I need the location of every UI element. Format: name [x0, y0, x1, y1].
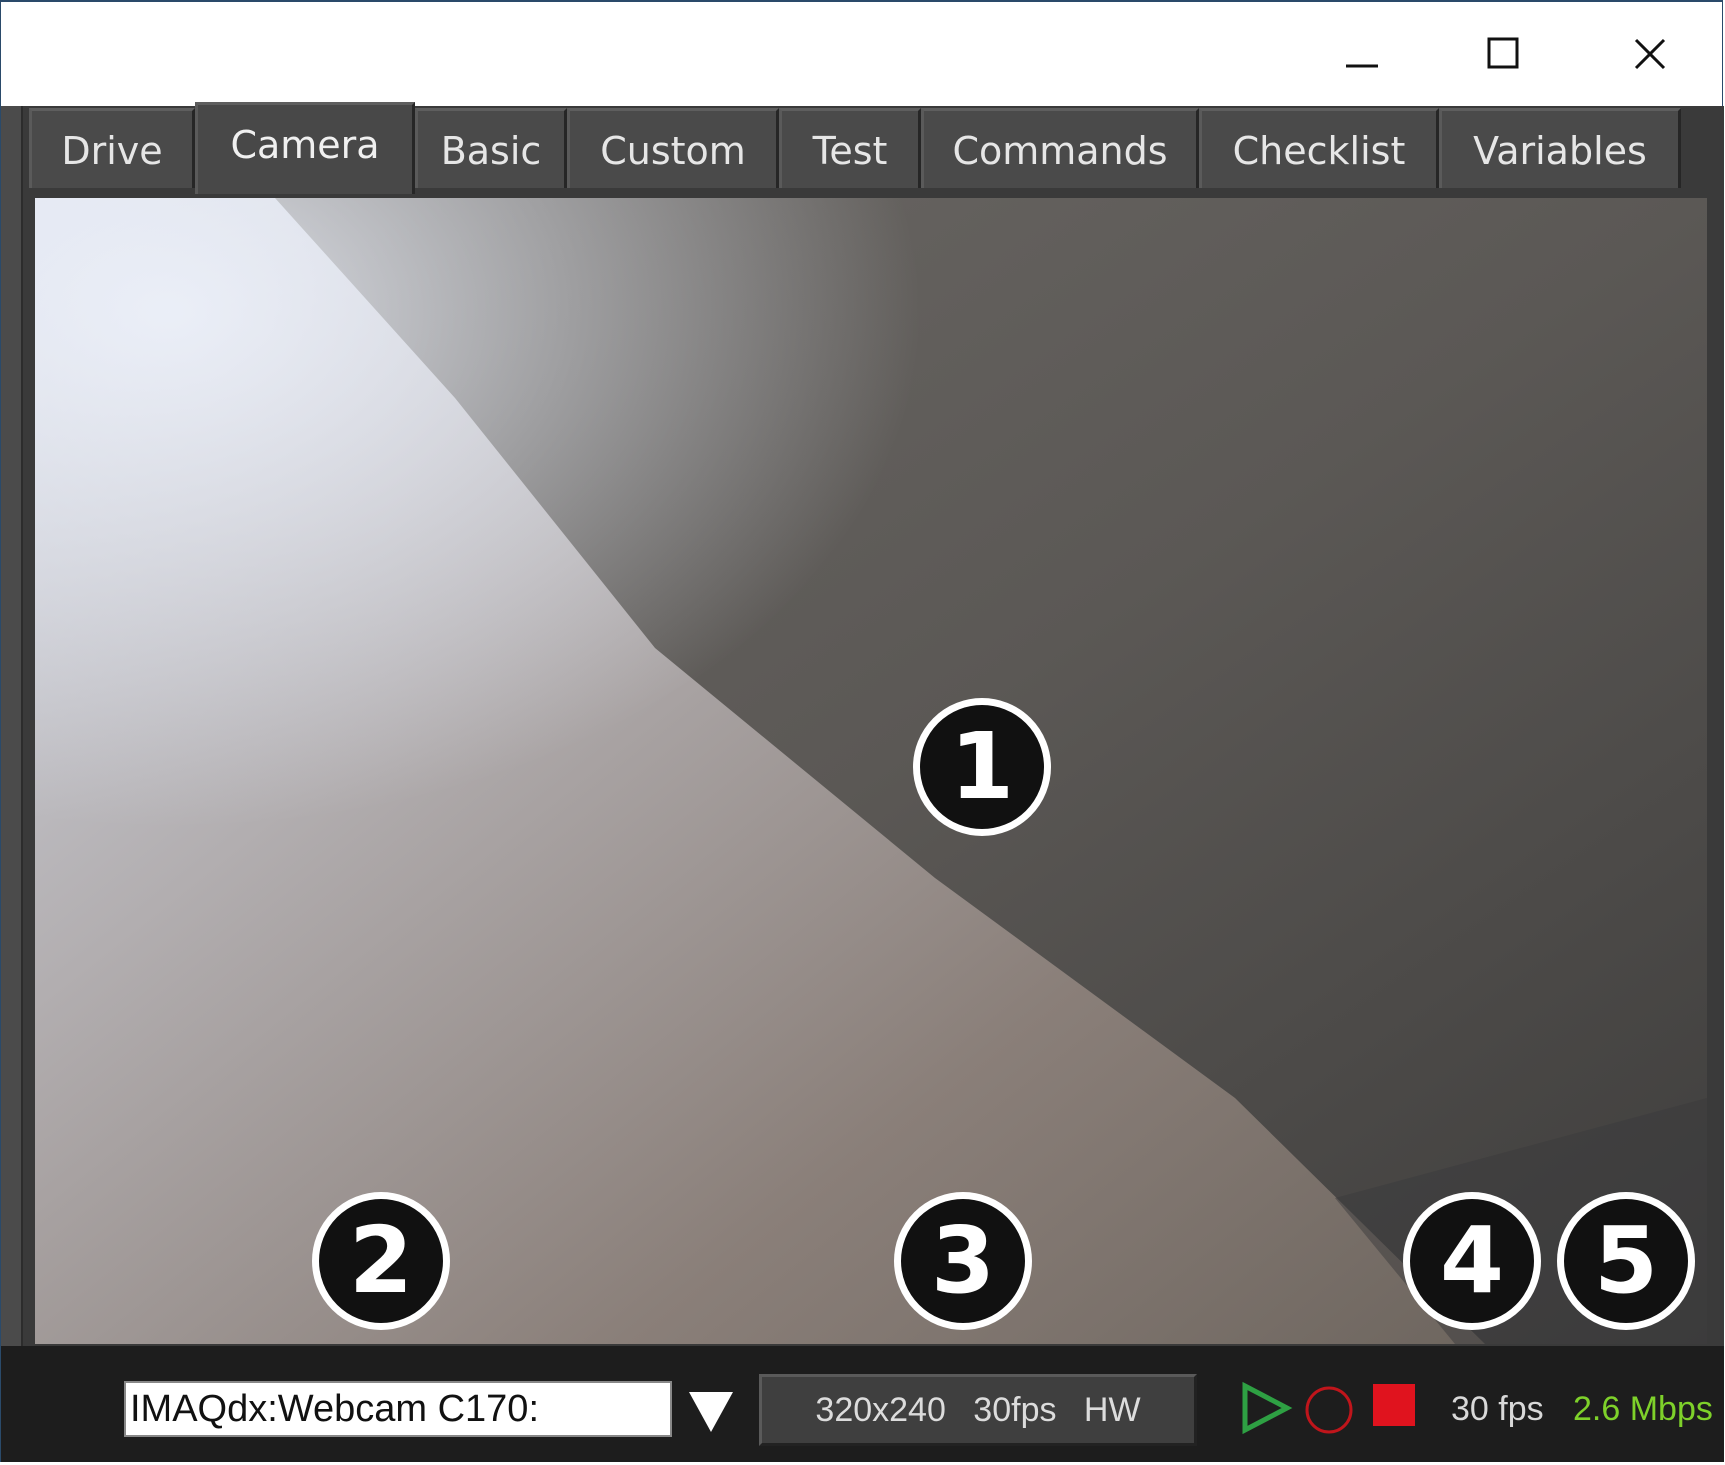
tab-bar: Drive Camera Basic Custom Test Commands … [25, 102, 1715, 194]
bandwidth-readout: 2.6 Mbps [1573, 1390, 1713, 1428]
maximize-icon [1487, 37, 1519, 69]
fps-readout: 30 fps [1451, 1390, 1544, 1428]
record-button[interactable] [1301, 1380, 1357, 1436]
close-button[interactable] [1615, 22, 1685, 86]
camera-source-field[interactable]: IMAQdx:Webcam C170: [124, 1381, 672, 1437]
tab-basic[interactable]: Basic [415, 108, 567, 188]
callout-marker-1: 1 [913, 698, 1051, 836]
stop-button[interactable] [1369, 1380, 1425, 1436]
maximize-button[interactable] [1469, 22, 1539, 86]
minimize-icon [1346, 64, 1378, 68]
minimize-button[interactable] [1327, 22, 1397, 86]
tab-camera[interactable]: Camera [195, 102, 415, 194]
record-icon [1305, 1386, 1353, 1434]
camera-status-bar: IMAQdx:Webcam C170: 320x240 30fps HW 30 … [1, 1346, 1724, 1462]
tab-variables[interactable]: Variables [1439, 108, 1681, 188]
camera-source-dropdown[interactable] [685, 1382, 737, 1438]
camera-mode-button[interactable]: 320x240 30fps HW [759, 1374, 1197, 1446]
panel-edge [1, 106, 23, 1346]
play-icon [1242, 1381, 1293, 1435]
dashboard-panel: Drive Camera Basic Custom Test Commands … [1, 102, 1724, 1462]
callout-marker-3: 3 [894, 1192, 1032, 1330]
tab-commands[interactable]: Commands [921, 108, 1199, 188]
play-button[interactable] [1237, 1380, 1293, 1436]
callout-marker-4: 4 [1403, 1192, 1541, 1330]
callout-marker-5: 5 [1557, 1192, 1695, 1330]
camera-feed [35, 198, 1707, 1344]
tab-custom[interactable]: Custom [567, 108, 779, 188]
callout-marker-2: 2 [312, 1192, 450, 1330]
tab-test[interactable]: Test [779, 108, 921, 188]
tab-drive[interactable]: Drive [29, 108, 195, 188]
triangle-down-icon [689, 1392, 733, 1432]
stop-icon [1373, 1384, 1415, 1426]
close-icon [1634, 38, 1666, 70]
camera-image [35, 198, 1707, 1344]
dashboard-window: Drive Camera Basic Custom Test Commands … [0, 0, 1724, 1462]
tab-checklist[interactable]: Checklist [1199, 108, 1439, 188]
title-bar [1, 2, 1722, 106]
